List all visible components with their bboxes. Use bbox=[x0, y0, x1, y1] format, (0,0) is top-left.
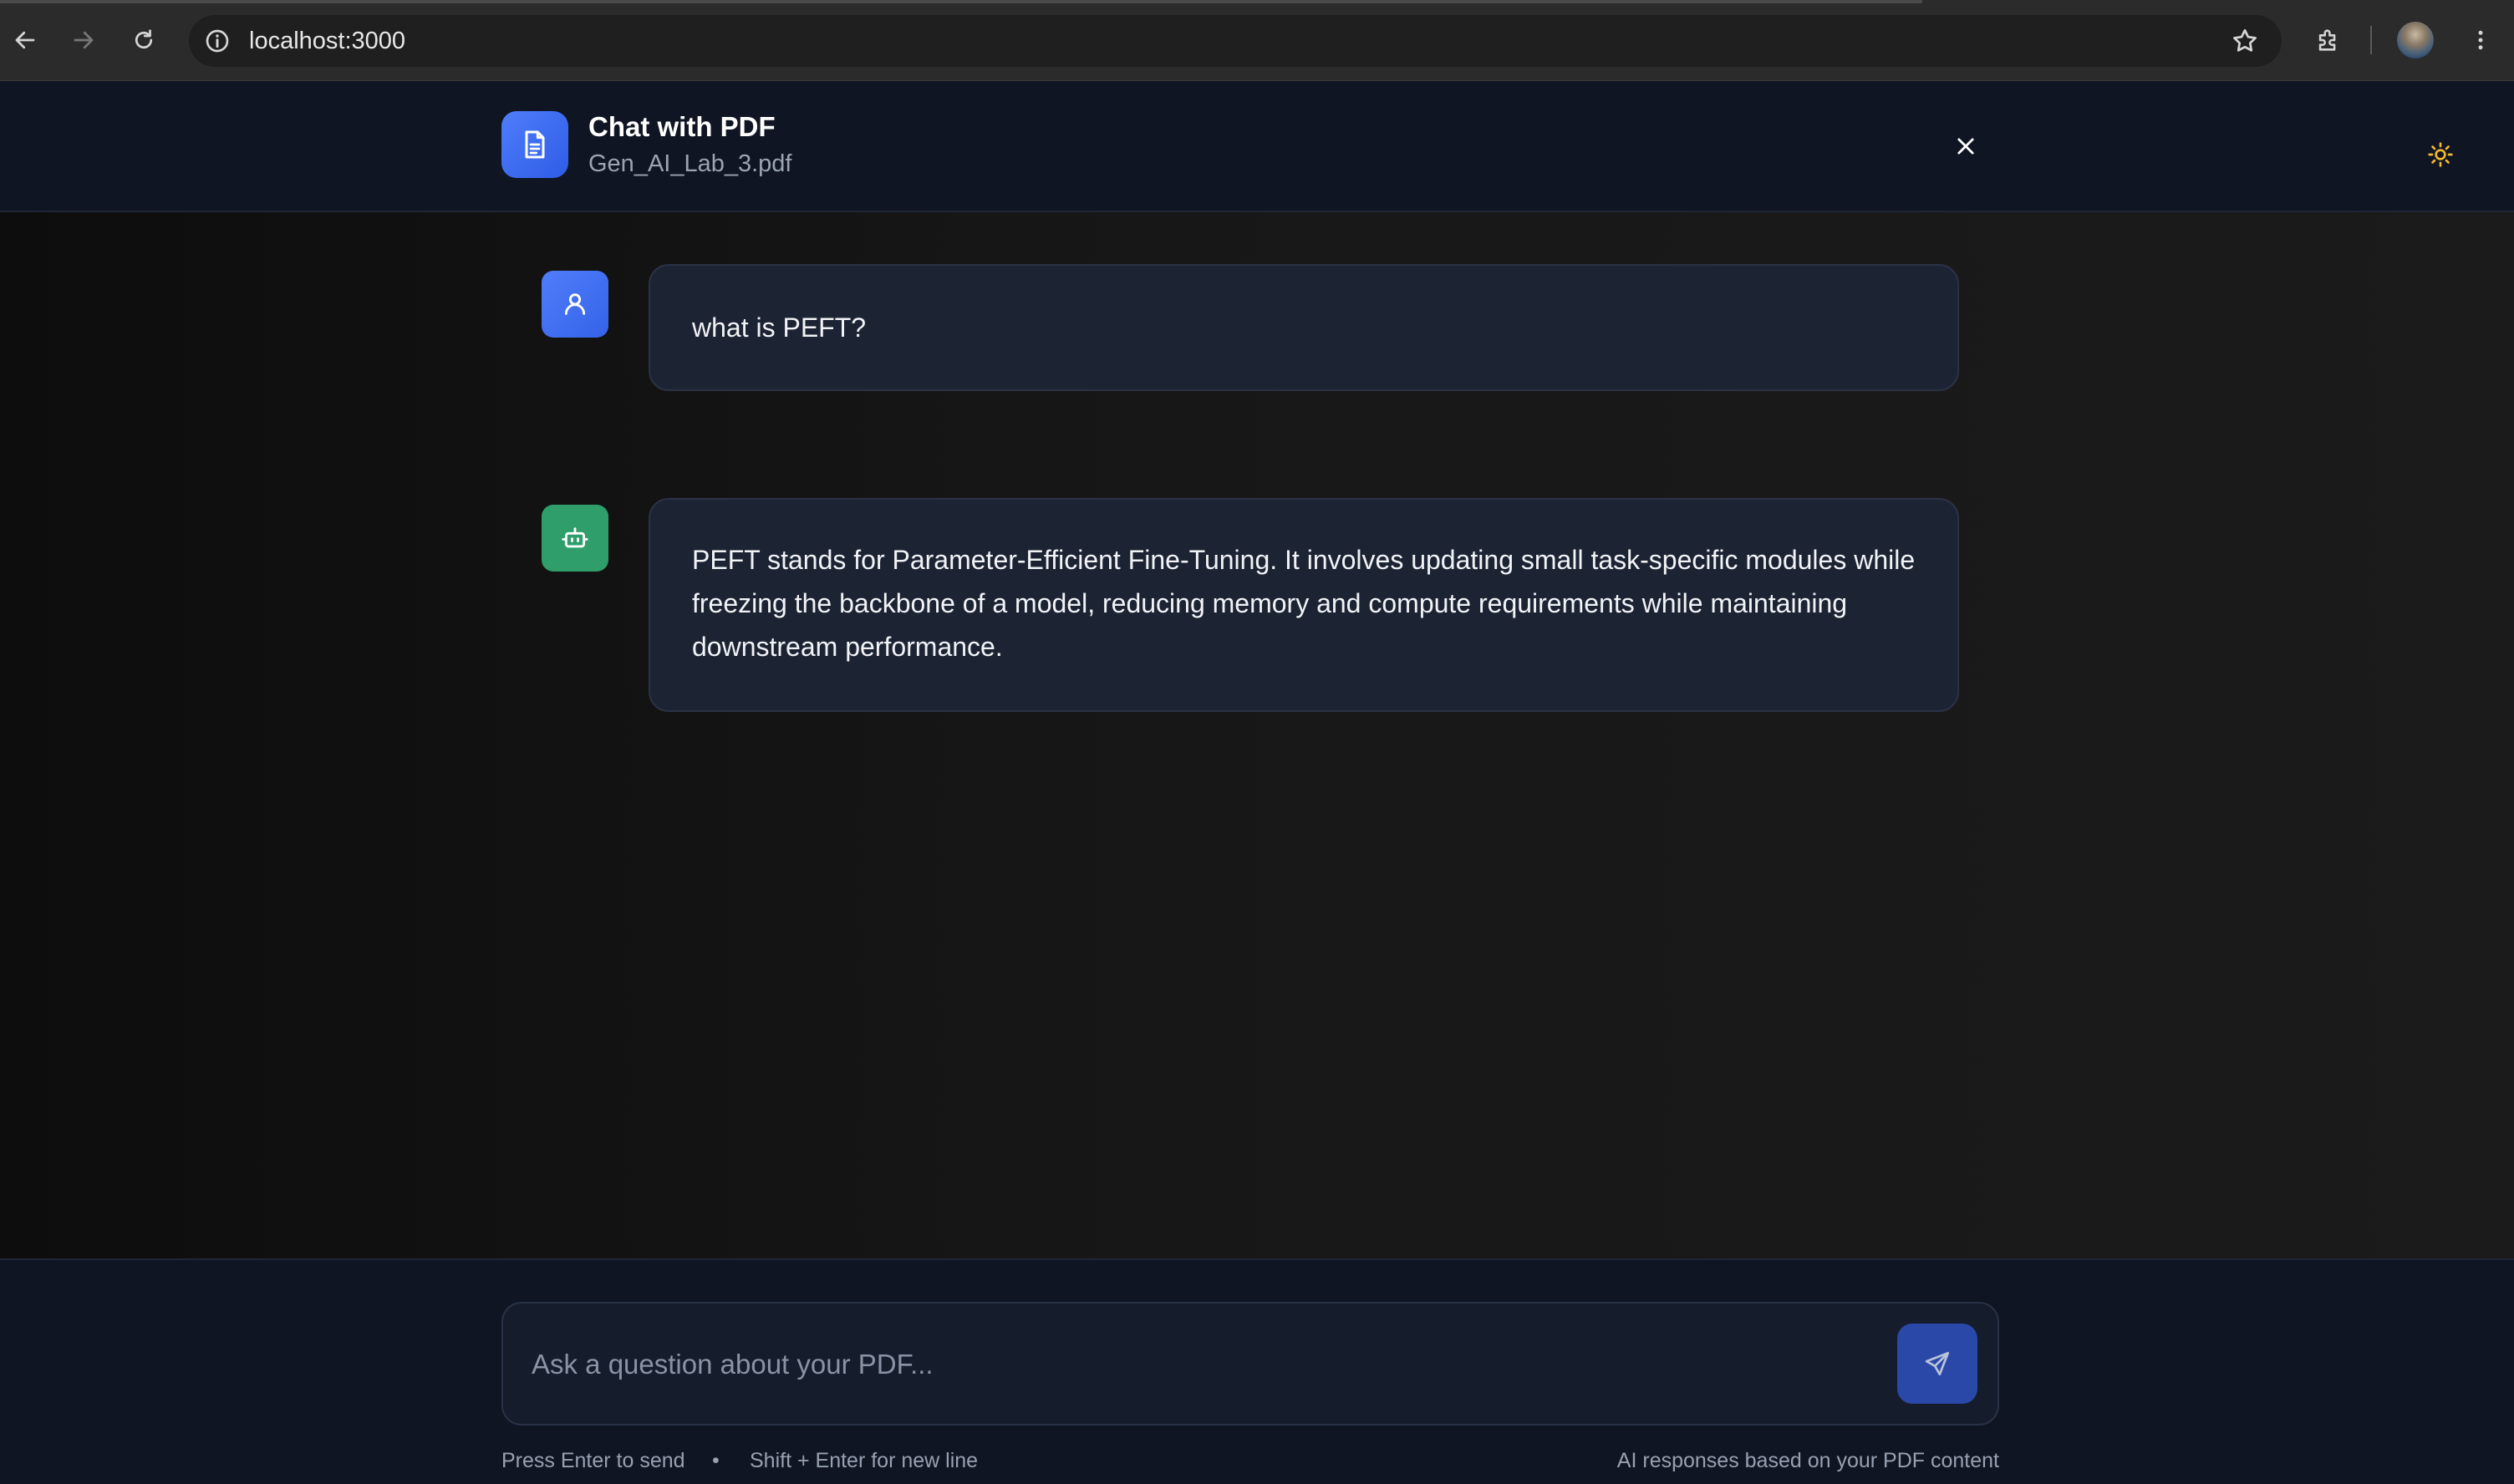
close-icon[interactable] bbox=[1947, 128, 1984, 165]
toolbar-divider bbox=[2370, 26, 2372, 54]
hint-separator: • bbox=[712, 1449, 720, 1472]
composer-area: Ask a question about your PDF... Press E… bbox=[0, 1258, 2514, 1484]
page-title: Chat with PDF bbox=[588, 111, 776, 142]
app-header: Chat with PDF Gen_AI_Lab_3.pdf bbox=[0, 81, 2514, 212]
user-icon bbox=[542, 271, 608, 338]
url-text[interactable]: localhost:3000 bbox=[249, 27, 405, 55]
tab-strip-edge bbox=[0, 0, 1922, 3]
sun-icon[interactable] bbox=[2422, 136, 2459, 173]
bot-icon bbox=[542, 505, 608, 572]
send-button[interactable] bbox=[1897, 1324, 1977, 1404]
forward-arrow-icon[interactable] bbox=[64, 20, 104, 60]
site-info-icon[interactable] bbox=[204, 28, 231, 54]
more-vert-icon[interactable] bbox=[2461, 20, 2501, 60]
hint-ai-source: AI responses based on your PDF content bbox=[1616, 1449, 1999, 1472]
back-arrow-icon[interactable] bbox=[5, 20, 45, 60]
question-input[interactable]: Ask a question about your PDF... bbox=[501, 1302, 1999, 1426]
browser-toolbar: localhost:3000 bbox=[0, 0, 2514, 81]
document-icon bbox=[501, 111, 568, 178]
hint-shift-enter: Shift + Enter for new line bbox=[750, 1449, 979, 1472]
address-bar[interactable]: localhost:3000 bbox=[189, 15, 2282, 67]
bookmark-star-icon[interactable] bbox=[2230, 26, 2260, 56]
profile-avatar[interactable] bbox=[2397, 22, 2434, 58]
reload-icon[interactable] bbox=[124, 20, 164, 60]
extensions-puzzle-icon[interactable] bbox=[2308, 20, 2349, 60]
pdf-filename: Gen_AI_Lab_3.pdf bbox=[588, 150, 792, 177]
chat-messages[interactable]: what is PEFT? PEFT stands for Parameter-… bbox=[0, 212, 2514, 1258]
assistant-message: PEFT stands for Parameter-Efficient Fine… bbox=[649, 498, 1959, 712]
user-message: what is PEFT? bbox=[649, 264, 1959, 391]
send-icon bbox=[1925, 1351, 1950, 1376]
hint-enter: Press Enter to send bbox=[501, 1449, 685, 1472]
input-placeholder[interactable]: Ask a question about your PDF... bbox=[532, 1349, 934, 1380]
